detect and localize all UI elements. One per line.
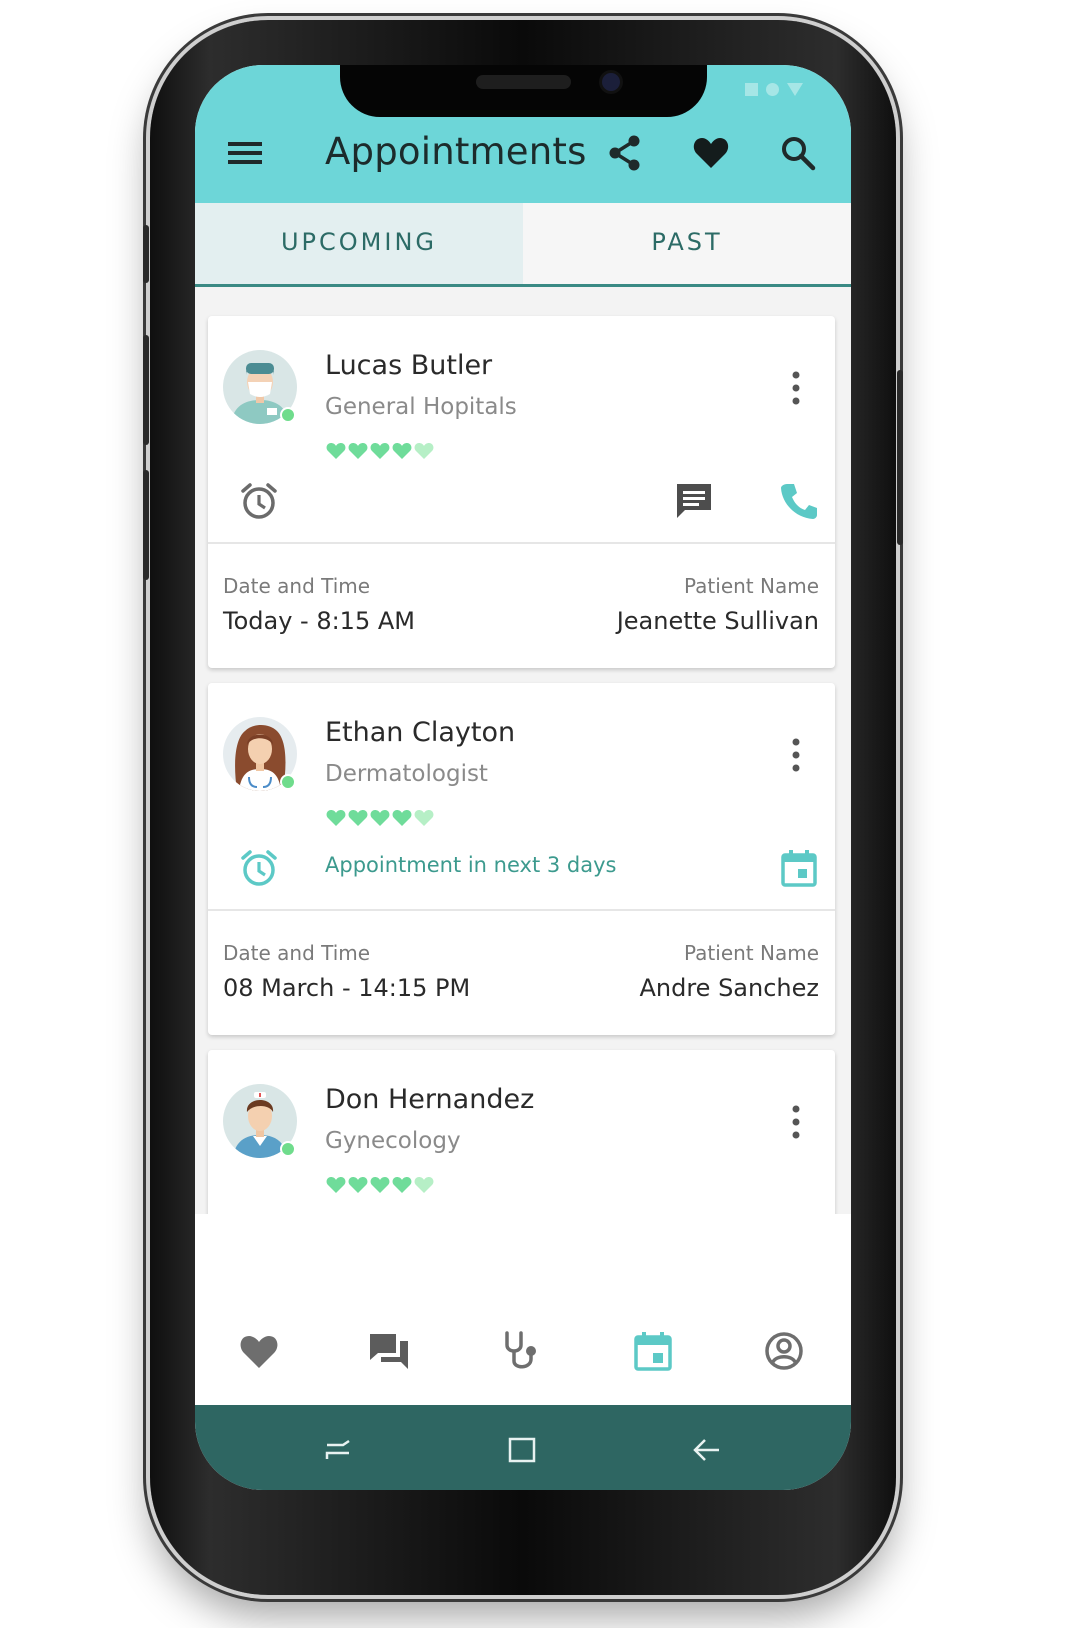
power-button [897,370,903,545]
volume-down-button [143,470,149,580]
phone-call-icon[interactable] [778,480,820,522]
patient-name-label: Patient Name [684,941,819,965]
menu-icon[interactable] [225,133,265,173]
date-time-label: Date and Time [223,941,371,965]
rating-heart-icon [348,810,368,826]
heart-icon[interactable] [691,133,731,173]
doctor-specialty: General Hopitals [325,394,517,420]
appointment-list[interactable]: Lucas Butler General Hopitals Date and T… [195,287,851,1214]
doctor-name: Ethan Clayton [325,717,516,748]
doctor-name: Lucas Butler [325,350,493,381]
profile-icon[interactable] [762,1329,806,1373]
online-indicator [280,774,296,790]
volume-up-button [143,335,149,445]
appointment-card[interactable]: Don Hernandez Gynecology [208,1050,835,1214]
rating-heart-half-icon [414,810,434,826]
date-time-value: Today - 8:15 AM [223,607,415,635]
tab-bar: UPCOMING PAST [195,203,851,287]
card-divider [208,542,835,544]
status-bar [745,83,803,96]
more-options-icon[interactable] [790,737,802,773]
rating-heart-icon [370,1177,390,1193]
rating-hearts [326,1176,434,1194]
alarm-icon[interactable] [238,480,280,522]
phone-screen: Appointments UPCOMING PAST Lucas Butler … [195,65,851,1490]
appointment-reminder-text: Appointment in next 3 days [325,853,617,877]
tab-past[interactable]: PAST [523,203,851,284]
rating-heart-icon [326,810,346,826]
back-icon[interactable] [691,1435,721,1465]
heart-icon[interactable] [237,1329,281,1373]
alarm-icon[interactable] [238,847,280,889]
bottom-navigation [195,1214,851,1405]
doctor-specialty: Gynecology [325,1128,461,1154]
date-time-value: 08 March - 14:15 PM [223,974,471,1002]
rating-heart-icon [348,443,368,459]
online-indicator [280,407,296,423]
page-title: Appointments [325,130,587,173]
rating-hearts [326,809,434,827]
patient-name-value: Andre Sanchez [639,974,819,1002]
rating-heart-icon [392,1177,412,1193]
rating-heart-half-icon [414,1177,434,1193]
recents-icon[interactable] [323,1435,353,1465]
online-indicator [280,1141,296,1157]
doctor-specialty: Dermatologist [325,761,488,787]
card-divider [208,909,835,911]
more-options-icon[interactable] [790,1104,802,1140]
chat-icon[interactable] [367,1329,411,1373]
rating-heart-icon [370,810,390,826]
battery-icon [787,83,803,96]
message-icon[interactable] [673,480,715,522]
rating-heart-icon [326,1177,346,1193]
calendar-icon[interactable] [778,847,820,889]
rating-heart-icon [370,443,390,459]
rating-heart-icon [348,1177,368,1193]
doctor-name: Don Hernandez [325,1084,535,1115]
search-icon[interactable] [778,133,818,173]
stethoscope-icon[interactable] [499,1329,543,1373]
signal-icon [745,83,758,96]
rating-hearts [326,442,434,460]
patient-name-value: Jeanette Sullivan [616,607,819,635]
home-icon[interactable] [507,1435,537,1465]
silent-switch [143,225,149,283]
more-options-icon[interactable] [790,370,802,406]
wifi-icon [766,83,779,96]
appointment-card[interactable]: Lucas Butler General Hopitals Date and T… [208,316,835,668]
patient-name-label: Patient Name [684,574,819,598]
camera-notch [340,65,707,117]
share-icon[interactable] [605,133,645,173]
rating-heart-half-icon [414,443,434,459]
rating-heart-icon [326,443,346,459]
tab-upcoming[interactable]: UPCOMING [195,203,523,284]
date-time-label: Date and Time [223,574,371,598]
calendar-icon[interactable] [631,1329,675,1373]
appointment-card[interactable]: Ethan Clayton Dermatologist Appointment … [208,683,835,1035]
rating-heart-icon [392,810,412,826]
rating-heart-icon [392,443,412,459]
